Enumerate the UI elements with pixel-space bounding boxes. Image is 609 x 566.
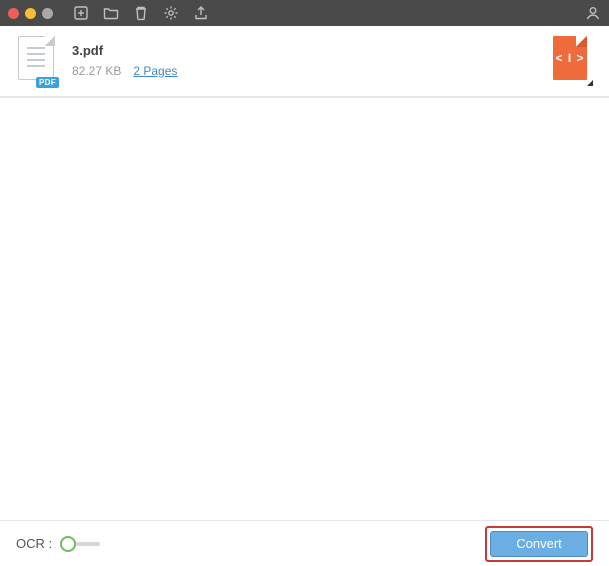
window-controls	[8, 8, 53, 19]
account-icon[interactable]	[585, 5, 601, 21]
file-name: 3.pdf	[72, 43, 177, 58]
output-format-icon: < I >	[553, 36, 587, 80]
pdf-file-icon: PDF	[18, 36, 58, 84]
open-folder-icon[interactable]	[103, 5, 119, 21]
footer: OCR : Convert	[0, 520, 609, 566]
output-format-symbol: < I >	[555, 51, 584, 65]
minimize-window-button[interactable]	[25, 8, 36, 19]
file-row[interactable]: PDF 3.pdf 82.27 KB 2 Pages < I >	[0, 26, 609, 97]
ocr-label: OCR :	[16, 536, 52, 551]
pdf-badge: PDF	[36, 77, 59, 88]
ocr-toggle[interactable]	[60, 536, 100, 552]
toolbar-icons	[73, 5, 209, 21]
convert-button-label: Convert	[516, 536, 562, 551]
file-meta: 3.pdf 82.27 KB 2 Pages	[72, 43, 177, 78]
trash-icon[interactable]	[133, 5, 149, 21]
app-window: PDF 3.pdf 82.27 KB 2 Pages < I > OCR :	[0, 0, 609, 566]
zoom-window-button[interactable]	[42, 8, 53, 19]
add-file-icon[interactable]	[73, 5, 89, 21]
titlebar	[0, 0, 609, 26]
dropdown-indicator-icon	[587, 80, 593, 86]
close-window-button[interactable]	[8, 8, 19, 19]
convert-highlight: Convert	[485, 526, 593, 562]
pages-link[interactable]: 2 Pages	[133, 64, 177, 78]
share-icon[interactable]	[193, 5, 209, 21]
content-area	[0, 98, 609, 520]
file-size: 82.27 KB	[72, 64, 121, 78]
output-format-button[interactable]: < I >	[553, 36, 591, 84]
file-list: PDF 3.pdf 82.27 KB 2 Pages < I >	[0, 26, 609, 98]
gear-icon[interactable]	[163, 5, 179, 21]
convert-button[interactable]: Convert	[490, 531, 588, 557]
